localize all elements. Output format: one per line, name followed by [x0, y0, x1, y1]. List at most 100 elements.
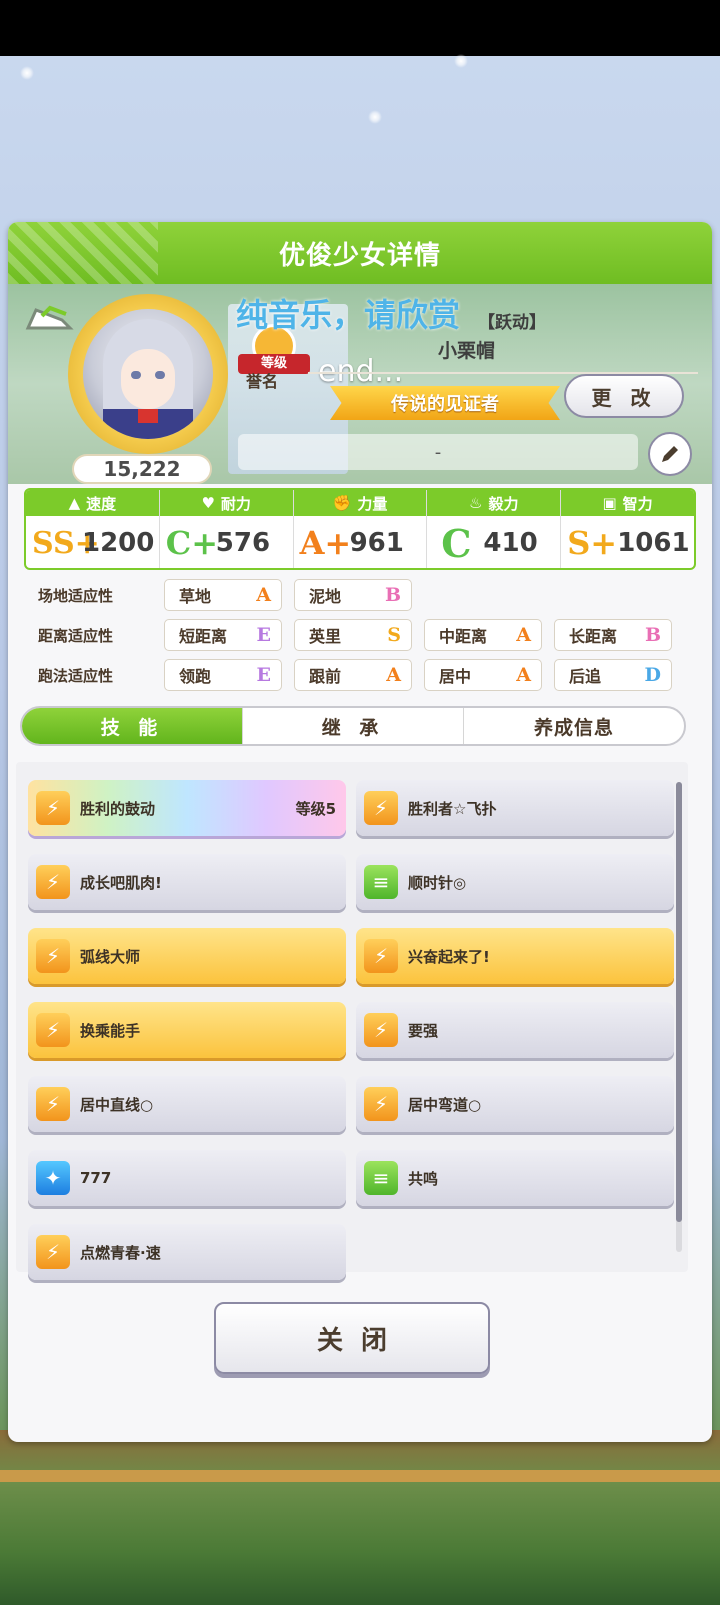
aptitude-grade: A: [516, 664, 531, 686]
skill-item[interactable]: ⚡ 兴奋起来了!: [356, 928, 674, 984]
skill-name: 成长吧肌肉!: [80, 873, 162, 892]
skill-name: 胜利者☆飞扑: [408, 799, 497, 818]
aptitude-cell: 短距离 E: [164, 619, 282, 651]
horseshoe-icon[interactable]: [22, 298, 76, 338]
skill-name: 换乘能手: [80, 1021, 141, 1040]
speed-skill-icon: ⚡: [36, 1013, 70, 1047]
skill-name: 要强: [408, 1021, 439, 1040]
aptitude-cell: 泥地 B: [294, 579, 412, 611]
stat-label: 力量: [357, 494, 388, 513]
recovery-skill-icon: ≡: [364, 865, 398, 899]
sparkle: [454, 54, 468, 68]
skill-item[interactable]: ⚡ 换乘能手: [28, 1002, 346, 1058]
skill-item[interactable]: ⚡ 成长吧肌肉!: [28, 854, 346, 910]
stat-label: 耐力: [220, 494, 251, 513]
skills-scrollbar[interactable]: [676, 782, 682, 1252]
stat-value: 961: [349, 528, 404, 558]
skill-item[interactable]: ≡ 共鸣: [356, 1150, 674, 1206]
stat-grade: S+: [567, 524, 618, 562]
pencil-icon: [662, 446, 678, 462]
aptitude-grade: E: [256, 624, 271, 646]
aptitude-cell: 跟前 A: [294, 659, 412, 691]
speed-skill-icon: ⚡: [36, 1235, 70, 1269]
skill-level: 等级5: [295, 799, 336, 818]
aptitude-name: 后追: [569, 667, 602, 686]
skill-item[interactable]: ≡ 顺时针◎: [356, 854, 674, 910]
stat-grade: C: [441, 520, 472, 566]
horse-detail-panel: 优俊少女详情 15,222 等级 誉名 【跃动】 小栗帽 纯音乐，请欣赏 end…: [8, 222, 712, 1442]
arm-icon: ✊: [332, 494, 352, 512]
aptitude-cell: 草地 A: [164, 579, 282, 611]
aptitude-label: 场地适应性: [38, 586, 114, 605]
stat-value: 576: [215, 528, 271, 558]
aptitude-name: 居中: [439, 667, 472, 686]
close-button[interactable]: 关闭: [214, 1302, 490, 1374]
skill-name: 点燃青春·速: [80, 1243, 161, 1262]
aptitude-name: 草地: [179, 587, 212, 606]
skill-name: 777: [80, 1169, 112, 1187]
aptitude-grade: A: [516, 624, 531, 646]
aptitude-grade: E: [256, 664, 271, 686]
aptitude-row-style: 跑法适应性 领跑 E 跟前 A 居中 A 后追 D: [38, 658, 684, 692]
skill-item[interactable]: ⚡ 点燃青春·速: [28, 1224, 346, 1280]
stat-grade: SS+: [32, 525, 100, 561]
detail-tabs: 技 能 继 承 养成信息: [20, 706, 686, 746]
aptitude-cell: 中距离 A: [424, 619, 542, 651]
skill-name: 居中直线○: [80, 1095, 154, 1114]
aptitude-label: 距离适应性: [38, 626, 114, 645]
ground: [0, 1430, 720, 1605]
stat-value: 1200: [82, 528, 155, 558]
speed-skill-icon: ⚡: [364, 939, 398, 973]
aptitude-name: 英里: [309, 627, 342, 646]
aptitude-name: 泥地: [309, 587, 342, 606]
skill-name: 顺时针◎: [408, 873, 467, 892]
edit-memo-button[interactable]: [648, 432, 692, 476]
aptitude-name: 长距离: [569, 627, 618, 646]
aptitude-row-distance: 距离适应性 短距离 E 英里 S 中距离 A 长距离 B: [38, 618, 684, 652]
heart-icon: ♥: [201, 494, 215, 512]
aptitude-grade: A: [256, 584, 271, 606]
stat-stamina: ♥ 耐力 C+ 576: [159, 490, 294, 568]
skill-item[interactable]: ⚡ 弧线大师: [28, 928, 346, 984]
stat-grade: A+: [299, 524, 352, 562]
sparkle-skill-icon: ✦: [36, 1161, 70, 1195]
aptitude-grade: B: [644, 624, 661, 646]
sparkle: [368, 110, 382, 124]
skill-item[interactable]: ⚡ 胜利的鼓动 等级5: [28, 780, 346, 836]
recovery-skill-icon: ≡: [364, 1161, 398, 1195]
skill-item[interactable]: ✦ 777: [28, 1150, 346, 1206]
aptitude-cell: 后追 D: [554, 659, 672, 691]
skill-name: 居中弯道○: [408, 1095, 482, 1114]
speed-skill-icon: ⚡: [364, 791, 398, 825]
stat-label: 智力: [622, 494, 653, 513]
sparkle: [20, 66, 34, 80]
tab-training-info[interactable]: 养成信息: [464, 708, 684, 744]
skill-item[interactable]: ⚡ 居中弯道○: [356, 1076, 674, 1132]
scroll-thumb[interactable]: [676, 782, 682, 1222]
speed-skill-icon: ⚡: [36, 791, 70, 825]
status-bar: [0, 0, 720, 56]
aptitude-name: 领跑: [179, 667, 212, 686]
aptitude-label: 跑法适应性: [38, 666, 114, 685]
speed-skill-icon: ⚡: [364, 1087, 398, 1121]
skill-name: 胜利的鼓动: [80, 799, 156, 818]
aptitude-name: 跟前: [309, 667, 342, 686]
change-title-button[interactable]: 更 改: [564, 374, 684, 418]
tab-inheritance[interactable]: 继 承: [243, 708, 464, 744]
aptitude-grade: D: [644, 664, 661, 686]
stat-value: 410: [483, 528, 538, 558]
profile-section: 15,222 等级 誉名 【跃动】 小栗帽 纯音乐，请欣赏 end... 传说的…: [8, 284, 712, 484]
aptitude-name: 中距离: [439, 627, 488, 646]
aptitude-grade: S: [387, 624, 401, 646]
stat-grade: C+: [165, 524, 219, 562]
skill-item[interactable]: ⚡ 胜利者☆飞扑: [356, 780, 674, 836]
tab-skills[interactable]: 技 能: [22, 708, 243, 744]
overlay-caption: 纯音乐，请欣赏: [236, 296, 461, 334]
panel-title: 优俊少女详情: [278, 240, 441, 271]
aptitude-name: 短距离: [179, 627, 228, 646]
skill-item[interactable]: ⚡ 居中直线○: [28, 1076, 346, 1132]
skill-item[interactable]: ⚡ 要强: [356, 1002, 674, 1058]
memo-field: -: [238, 434, 638, 470]
aptitude-cell: 领跑 E: [164, 659, 282, 691]
horse-name: 小栗帽: [438, 340, 496, 362]
